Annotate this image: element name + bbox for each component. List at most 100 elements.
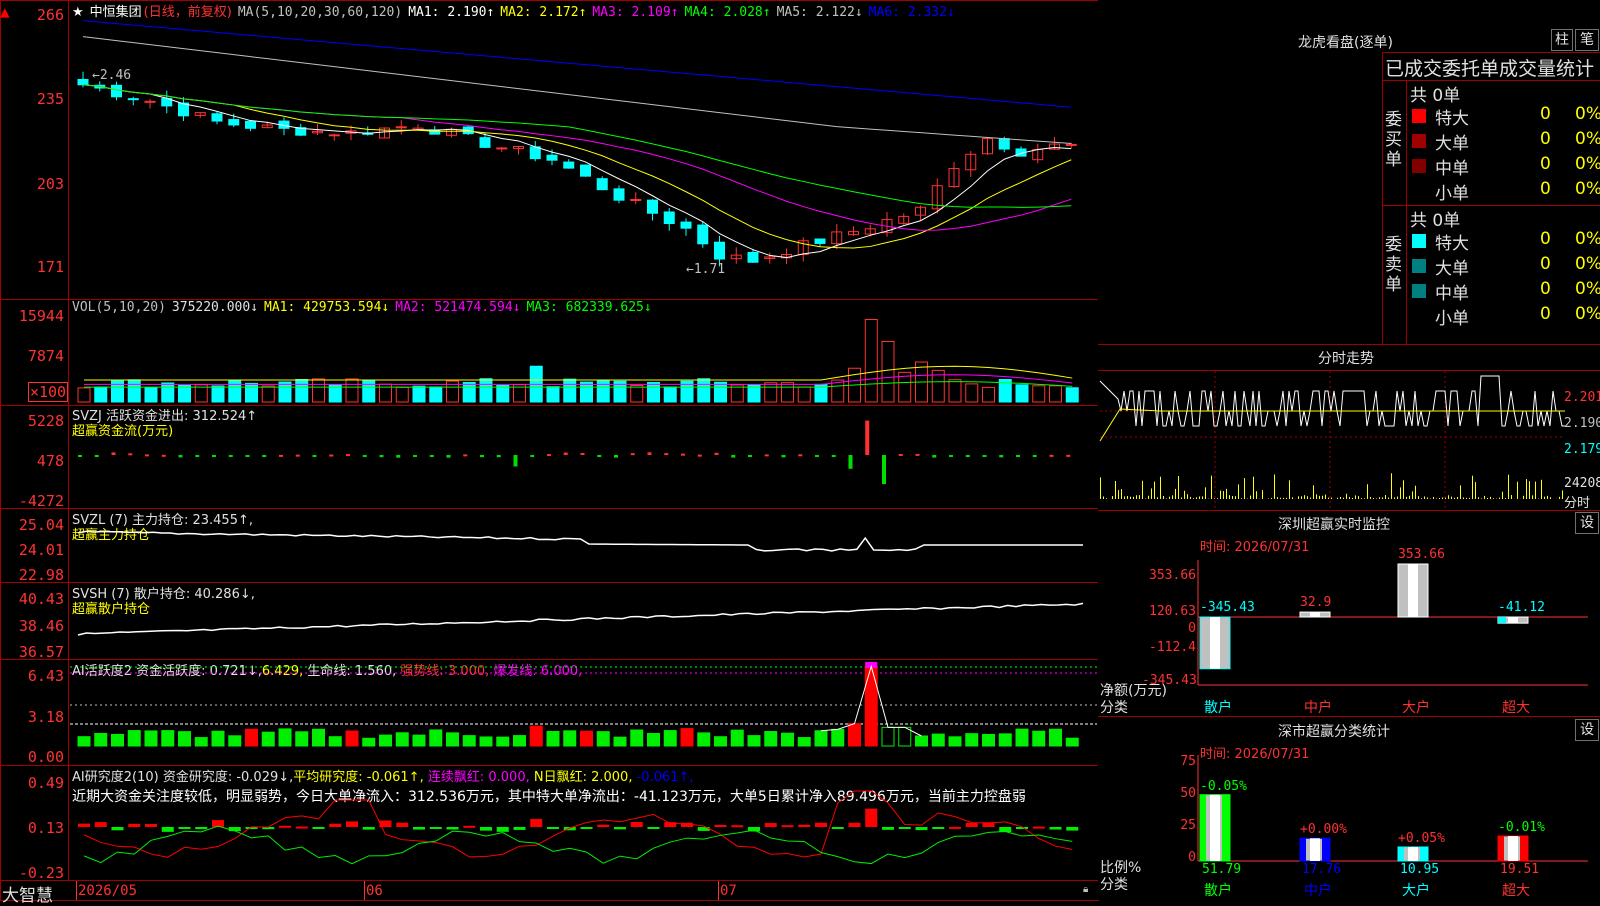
intraday-vol-bar [1241, 498, 1242, 499]
svzj-chart[interactable] [0, 405, 1097, 508]
divider [1382, 52, 1383, 344]
intraday-vol-bar [1376, 498, 1377, 499]
order-row-count: 0 [1540, 254, 1551, 274]
activity-bar [882, 727, 894, 746]
activity-bar [329, 737, 341, 746]
candle-body [480, 138, 490, 148]
fund-flow-bar [346, 454, 350, 456]
volume-bar [413, 386, 425, 402]
activity-bar [731, 730, 743, 746]
candle-body [715, 242, 725, 259]
intraday-tick: 2.179 [1564, 442, 1600, 457]
research-chart[interactable] [0, 765, 1097, 880]
research-bar [514, 827, 526, 830]
activity-bar [480, 737, 492, 746]
sell-total: 共 0单 [1410, 206, 1460, 231]
sh-category: 超大 [1502, 880, 1530, 900]
activity-bar [229, 736, 241, 746]
volume-bar [698, 379, 710, 402]
volume-bar [1050, 386, 1062, 402]
intraday-vol-bar [1418, 496, 1419, 499]
intraday-vol-bar [1457, 497, 1458, 499]
order-row-percent: 0% [1575, 229, 1600, 249]
fund-flow-bar [798, 454, 802, 456]
volume-bar [246, 383, 258, 402]
research-bar [447, 827, 459, 829]
intraday-chart[interactable] [1100, 371, 1570, 511]
intraday-vol-bar [1454, 498, 1455, 499]
order-color-swatch [1412, 184, 1426, 198]
intraday-vol-bar [1178, 476, 1179, 499]
candle-body [664, 212, 674, 224]
research-bar [882, 827, 894, 830]
intraday-vol-bar [1340, 497, 1341, 499]
activity-bar [949, 737, 961, 746]
volume-chart[interactable] [0, 300, 1097, 405]
intraday-vol-bar [1472, 476, 1473, 499]
ai2-chart[interactable] [0, 659, 1097, 765]
brand-logo[interactable]: 大智慧 [2, 881, 53, 906]
date-tick-mark [718, 881, 719, 900]
intraday-vol-bar [1421, 498, 1422, 499]
svsh-chart[interactable] [0, 582, 1097, 659]
bar-mode-button[interactable]: 柱 [1551, 29, 1573, 51]
fund-flow-bar [832, 455, 836, 457]
activity-bar [380, 735, 392, 746]
research-bar [966, 823, 978, 827]
intraday-vol-bar [1100, 477, 1101, 499]
order-row-label: 中单 [1435, 279, 1469, 304]
sh-settings-button[interactable]: 设 [1575, 719, 1599, 741]
sz-settings-button[interactable]: 设 [1575, 512, 1599, 534]
candlestick-chart[interactable] [0, 0, 1097, 300]
volume-bar [1016, 385, 1028, 402]
volume-bar [597, 380, 609, 402]
intraday-vol-bar [1391, 473, 1392, 499]
order-row-label: 小单 [1435, 304, 1469, 329]
buy-total: 共 0单 [1410, 81, 1460, 106]
sell-orders-label: 委卖单 [1385, 235, 1403, 295]
activity-bar [430, 730, 442, 746]
sh-category: 中户 [1304, 880, 1332, 900]
fund-flow-bar [279, 455, 283, 457]
volume-bar [78, 388, 90, 402]
intraday-vol-bar [1136, 495, 1137, 499]
intraday-vol-bar [1460, 485, 1461, 499]
research-bar [815, 823, 827, 827]
volume-bar [396, 387, 408, 402]
order-color-swatch [1412, 259, 1426, 273]
volume-ma-line [84, 366, 1072, 380]
activity-bar [262, 732, 274, 746]
activity-bar [815, 731, 827, 746]
intraday-vol-bar [1130, 497, 1131, 499]
order-row-percent: 0% [1575, 129, 1600, 149]
research-bar [1050, 827, 1062, 830]
lock-icon[interactable]: 🔒︎ [1083, 884, 1088, 895]
order-row-label: 特大 [1435, 229, 1469, 254]
divider [1098, 510, 1600, 511]
activity-bar [1050, 729, 1062, 746]
intraday-vol-bar [1358, 496, 1359, 499]
sz-bar-chart[interactable] [1198, 540, 1598, 710]
intraday-vol-bar [1442, 497, 1443, 499]
intraday-vol-bar [1112, 496, 1113, 499]
intraday-tick: 2.201 [1564, 390, 1600, 405]
intraday-vol-tick: 24208 [1564, 476, 1600, 491]
activity-bar [916, 736, 928, 746]
intraday-vol-bar [1466, 498, 1467, 499]
intraday-vol-bar [1184, 491, 1185, 499]
activity-bar [849, 724, 861, 746]
intraday-vol-bar [1523, 496, 1524, 499]
tick-mode-button[interactable]: 笔 [1575, 29, 1599, 51]
intraday-vol-bar [1463, 498, 1464, 499]
intraday-vol-bar [1436, 498, 1437, 499]
sh-bar-change: +0.00% [1300, 822, 1347, 837]
intraday-vol-bar [1196, 497, 1197, 499]
fund-flow-bar [966, 455, 970, 457]
activity-bar [1066, 738, 1078, 746]
sz-bar-highlight [1210, 617, 1220, 669]
fund-flow-bar [480, 455, 484, 457]
volume-bar [1066, 388, 1078, 402]
activity-bar [514, 736, 526, 746]
svzl-chart[interactable] [0, 508, 1097, 582]
intraday-vol-bar [1505, 498, 1506, 499]
